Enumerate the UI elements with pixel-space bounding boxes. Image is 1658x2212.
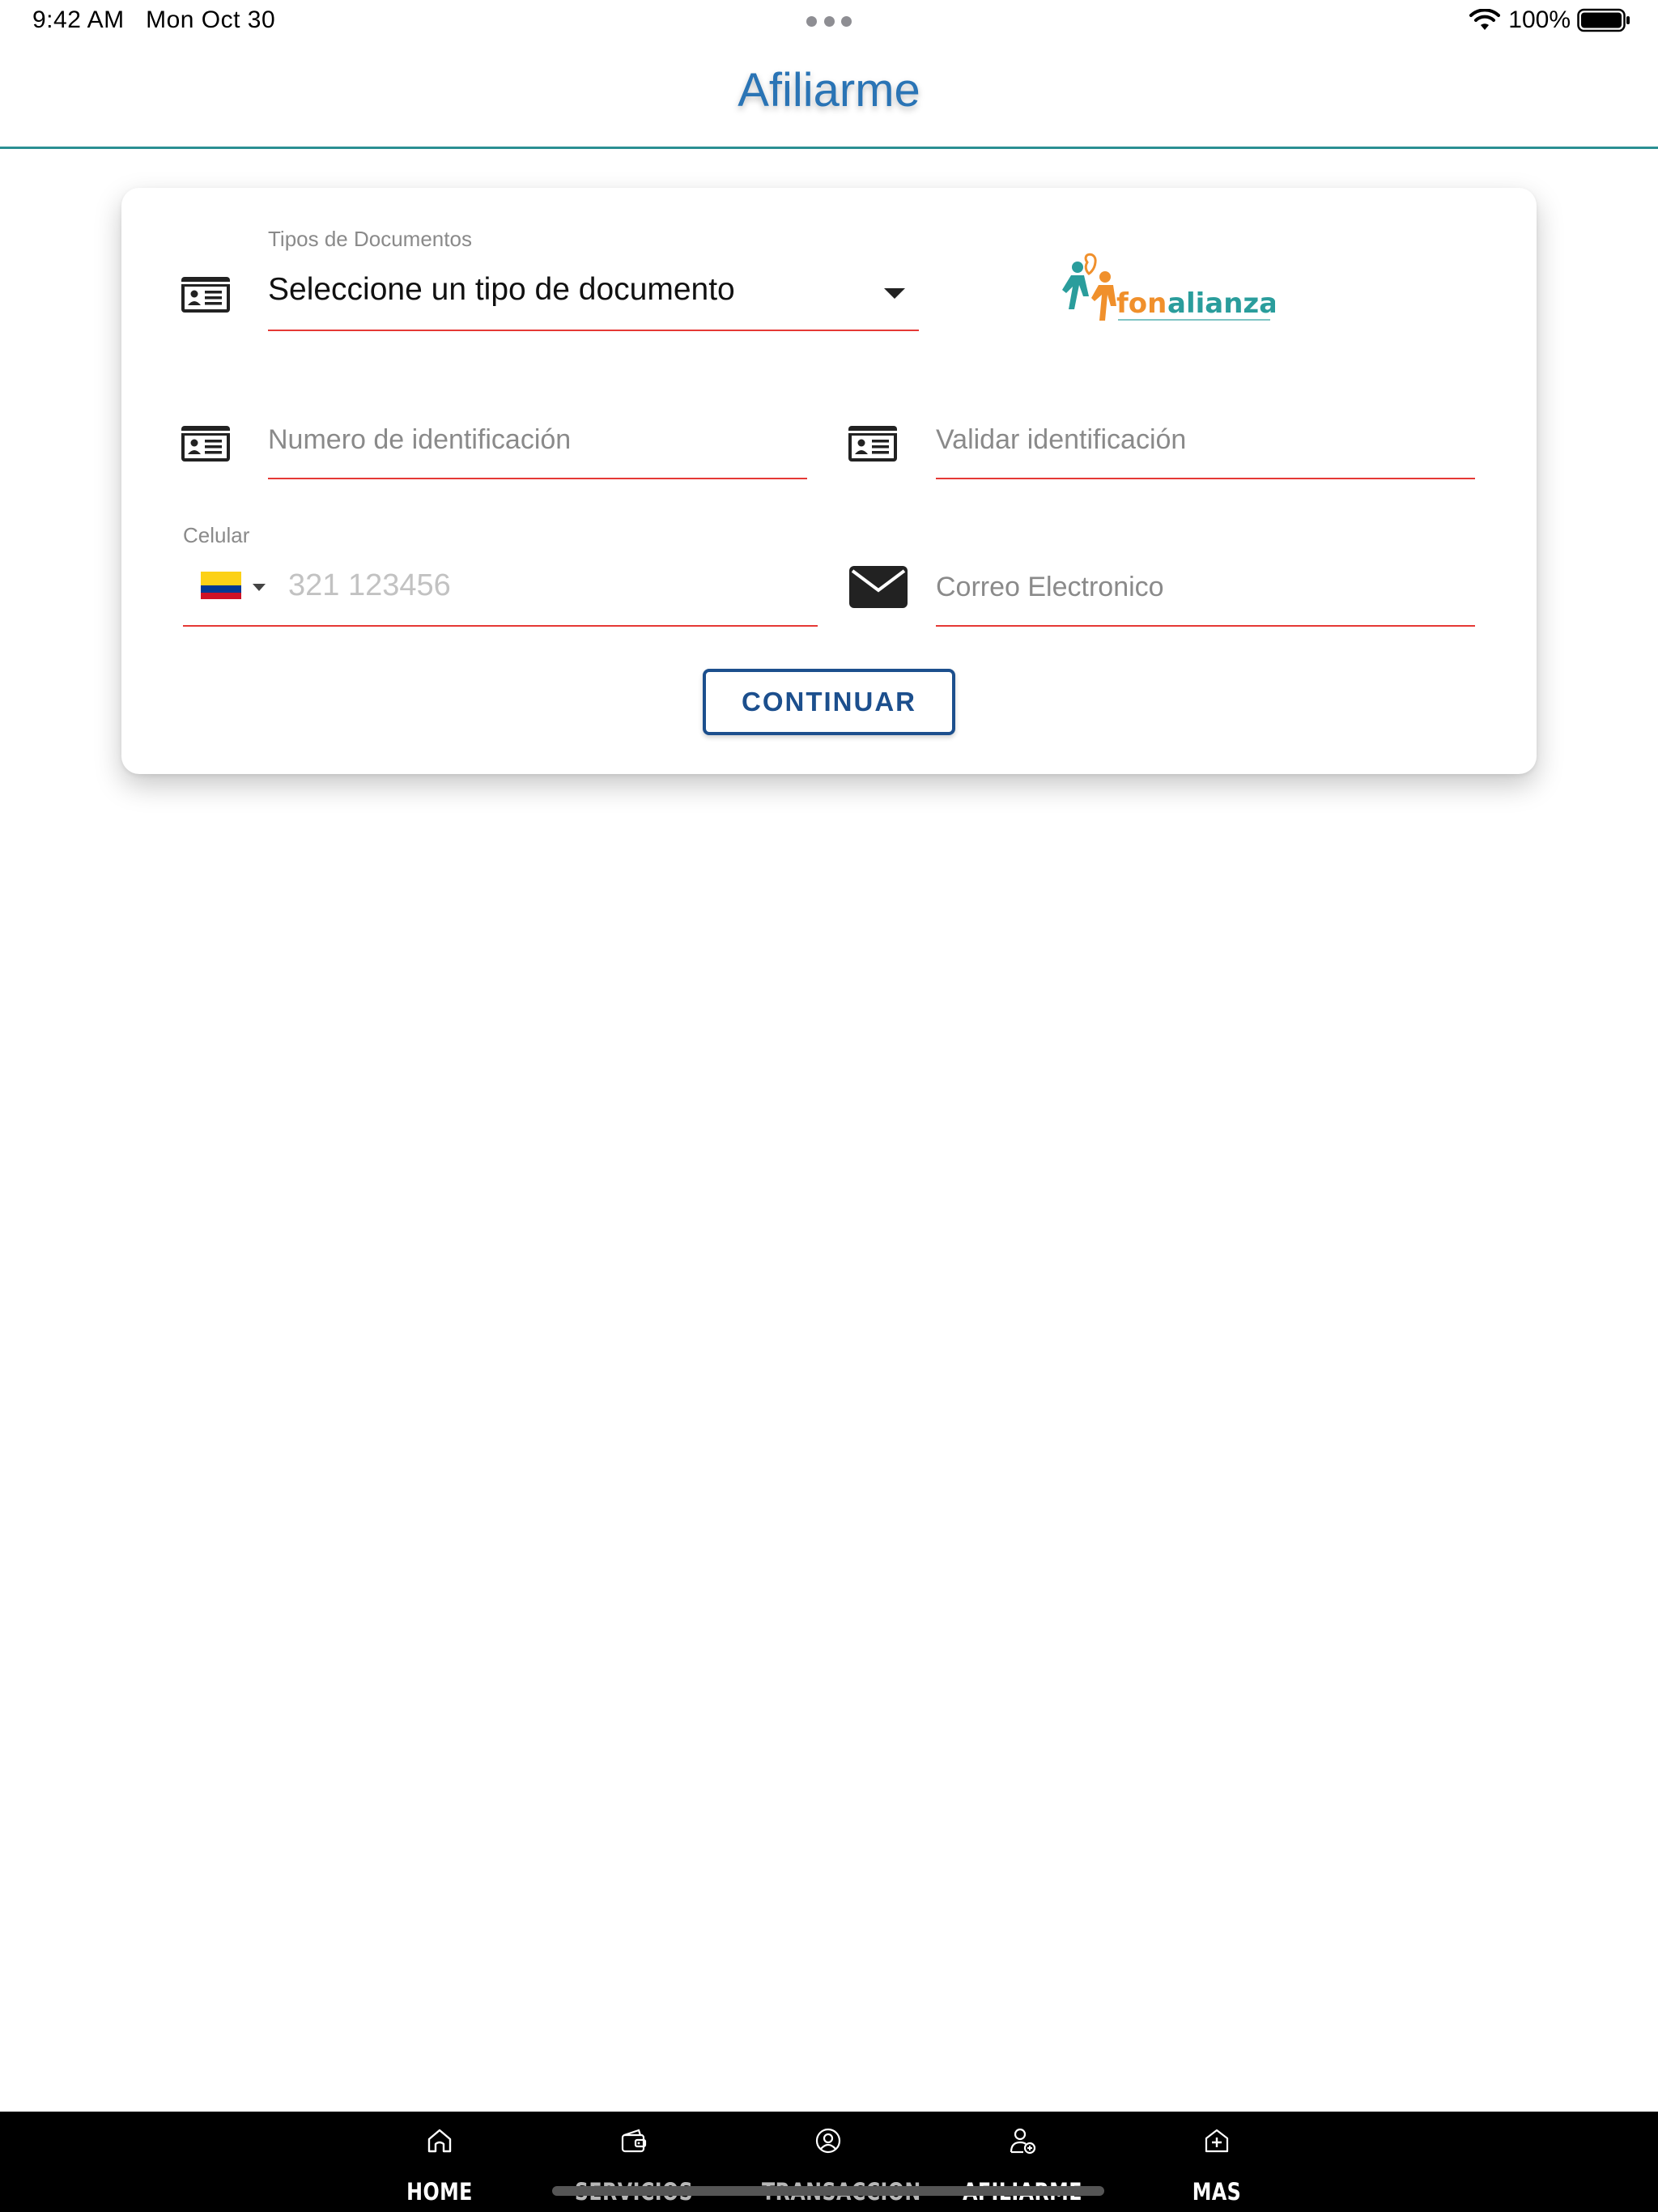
- continue-button[interactable]: CONTINUAR: [703, 669, 955, 735]
- nav-item-afiliarme[interactable]: AFILIARME: [942, 2112, 1103, 2212]
- wallet-icon: [621, 2129, 647, 2153]
- wifi-icon: [1469, 9, 1501, 30]
- home-indicator[interactable]: [552, 2186, 1104, 2196]
- phone-placeholder: 321 123456: [288, 568, 451, 602]
- nav-label-mas: MAS: [1192, 2178, 1242, 2206]
- envelope-icon: [849, 566, 908, 608]
- multitasking-dots-icon[interactable]: [806, 16, 852, 28]
- email-placeholder: Correo Electronico: [936, 572, 1164, 602]
- id-number-underline: [268, 478, 807, 479]
- id-card-icon: [181, 426, 230, 462]
- user-circle-icon: [815, 2128, 841, 2154]
- id-validate-placeholder: Validar identificación: [936, 424, 1187, 455]
- document-type-label: Tipos de Documentos: [268, 227, 472, 251]
- id-card-icon: [181, 277, 230, 313]
- document-type-underline: [268, 330, 919, 331]
- status-indicators: 100%: [1469, 6, 1630, 34]
- svg-text:alianza: alianza: [1167, 287, 1275, 320]
- nav-label-home: HOME: [406, 2178, 473, 2206]
- affiliation-form-card: Tipos de Documentos Seleccione un tipo d…: [121, 188, 1537, 774]
- plus-house-icon: [1205, 2129, 1229, 2153]
- svg-text:fon: fon: [1116, 287, 1167, 320]
- id-number-placeholder: Numero de identificación: [268, 424, 572, 455]
- status-bar: 9:42 AM Mon Oct 30 100%: [0, 0, 1658, 45]
- phone-underline: [183, 625, 818, 627]
- id-validate-underline: [936, 478, 1475, 479]
- fonalianza-logo: fon alianza: [1062, 253, 1275, 321]
- home-icon: [427, 2129, 452, 2153]
- colombia-flag-icon[interactable]: [201, 572, 241, 599]
- header-divider: [0, 147, 1658, 149]
- status-date: Mon Oct 30: [146, 6, 276, 33]
- nav-item-home[interactable]: HOME: [359, 2112, 521, 2212]
- user-add-icon: [1010, 2128, 1036, 2155]
- nav-item-servicios[interactable]: SERVICIOS: [553, 2112, 715, 2212]
- bottom-navigation: HOME SERVICIOS TRANSACCION AFILIARME: [0, 2112, 1658, 2212]
- status-time: 9:42 AM Mon Oct 30: [32, 6, 275, 34]
- battery-icon: [1577, 8, 1630, 32]
- id-card-icon: [848, 426, 897, 462]
- battery-percentage: 100%: [1508, 6, 1571, 33]
- nav-item-mas[interactable]: MAS: [1136, 2112, 1298, 2212]
- document-type-value: Seleccione un tipo de documento: [268, 272, 735, 307]
- nav-item-transaccion[interactable]: TRANSACCION: [747, 2112, 920, 2212]
- page-title: Afiliarme: [738, 64, 920, 117]
- status-clock: 9:42 AM: [32, 6, 125, 33]
- chevron-down-icon[interactable]: [884, 288, 905, 299]
- country-dropdown-arrow-icon[interactable]: [253, 584, 266, 591]
- phone-label: Celular: [183, 523, 250, 547]
- email-underline: [936, 625, 1475, 627]
